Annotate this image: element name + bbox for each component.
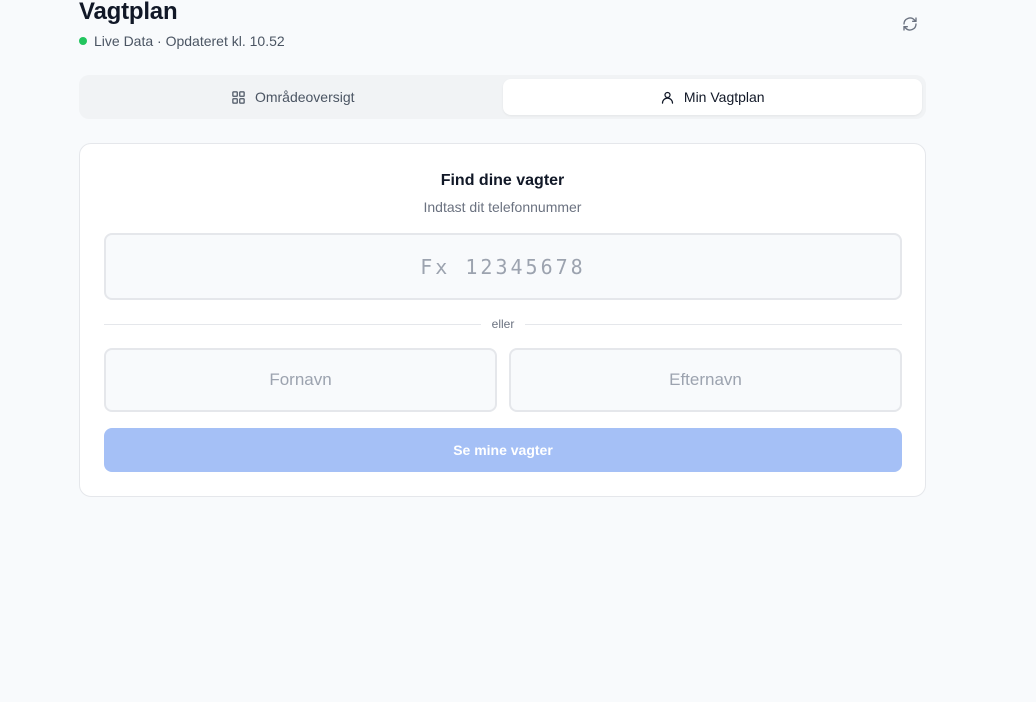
tab-label: Min Vagtplan [683,89,765,105]
page: Vagtplan Live Data · Opdateret kl. 10.52… [0,0,1036,702]
refresh-icon [903,17,917,31]
refresh-button[interactable] [899,13,921,35]
view-tabs: Områdeoversigt Min Vagtplan [79,75,926,119]
last-name-input[interactable] [509,348,902,412]
header: Vagtplan Live Data · Opdateret kl. 10.52 [79,0,926,60]
find-shifts-card: Find dine vagter Indtast dit telefonnumm… [79,143,926,497]
divider-line [104,323,481,325]
divider-line [525,323,902,325]
status-indicator: Live Data · Opdateret kl. 10.52 [79,33,285,49]
tab-min-vagtplan[interactable]: Min Vagtplan [502,79,922,115]
card-subtitle: Indtast dit telefonnummer [423,199,582,215]
first-name-input[interactable] [104,348,497,412]
status-text: Live Data · Opdateret kl. 10.52 [94,33,285,49]
user-icon [661,91,674,104]
card-title: Find dine vagter [440,172,565,189]
tab-label: Områdeoversigt [254,89,355,105]
live-status-dot [79,37,87,45]
divider-text: eller [491,317,515,331]
tab-omraadeoversigt[interactable]: Områdeoversigt [83,79,503,115]
see-my-shifts-button[interactable]: Se mine vagter [104,428,902,472]
grid-icon [232,90,245,104]
phone-input[interactable] [104,233,902,300]
page-title: Vagtplan [79,0,178,25]
or-divider: eller [104,316,902,332]
